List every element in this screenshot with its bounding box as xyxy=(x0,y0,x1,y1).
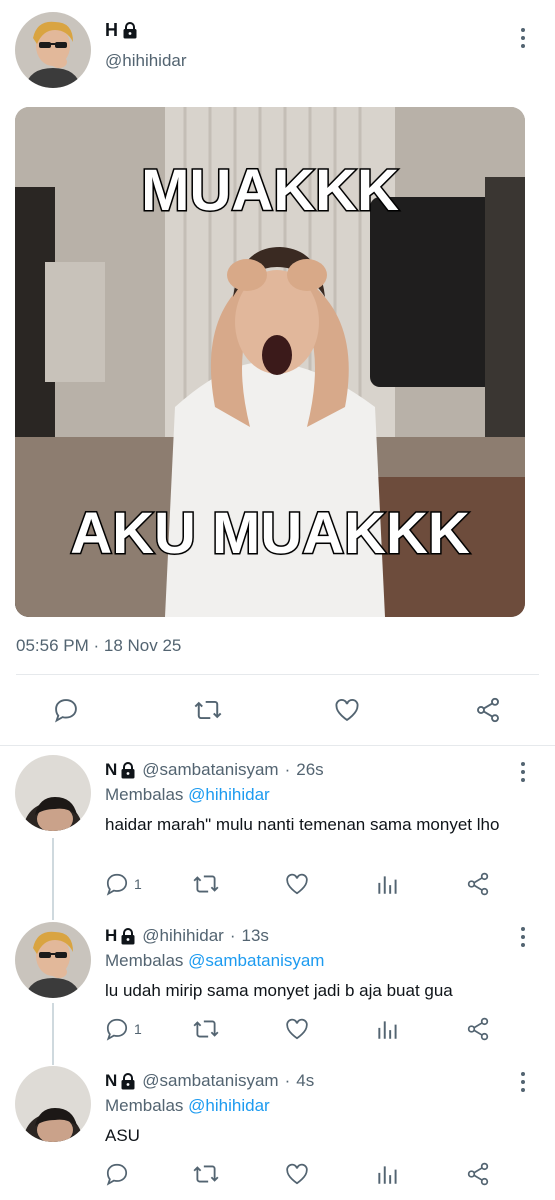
like-button[interactable] xyxy=(333,696,361,724)
views-button[interactable] xyxy=(375,871,401,897)
retweet-button[interactable] xyxy=(192,871,220,897)
heart-icon xyxy=(286,1163,308,1185)
mention-link[interactable]: @sambatanisyam xyxy=(188,951,324,970)
lock-icon xyxy=(123,22,137,39)
like-button[interactable] xyxy=(284,871,310,897)
reply-author-handle[interactable]: @hihihidar xyxy=(142,926,224,946)
reply-text: haidar marah" mulu nanti temenan sama mo… xyxy=(105,815,500,834)
reply-author-name-text: N xyxy=(105,760,118,779)
reply-header: H @hihihidar · 13s xyxy=(105,926,269,946)
share-button[interactable] xyxy=(465,1016,491,1042)
replying-to: Membalas @sambatanisyam xyxy=(105,951,324,971)
reply-avatar[interactable] xyxy=(15,922,91,998)
retweet-icon xyxy=(194,700,222,720)
reply-author-name[interactable]: N xyxy=(105,1071,136,1091)
heart-icon xyxy=(286,1018,308,1040)
retweet-button[interactable] xyxy=(192,1016,220,1042)
thread-line xyxy=(52,1003,54,1065)
retweet-button[interactable] xyxy=(192,1161,220,1187)
reply-icon xyxy=(55,699,77,723)
reply-icon xyxy=(106,873,128,896)
lock-icon xyxy=(121,1072,135,1089)
share-icon xyxy=(467,1017,489,1041)
lock-icon xyxy=(121,761,135,778)
author-name-text: H xyxy=(105,20,118,40)
author-name[interactable]: H xyxy=(105,20,138,41)
mention-link[interactable]: @hihihidar xyxy=(188,1096,270,1115)
replying-to: Membalas @hihihidar xyxy=(105,785,270,805)
reply-button[interactable] xyxy=(52,696,80,724)
reply-button[interactable]: 1 xyxy=(104,871,142,897)
divider xyxy=(0,745,555,746)
author-avatar[interactable] xyxy=(15,12,91,88)
thread-line xyxy=(52,838,54,920)
retweet-icon xyxy=(193,1165,219,1183)
separator-dot: · xyxy=(229,926,236,945)
reply-icon xyxy=(106,1018,128,1041)
share-button[interactable] xyxy=(474,696,502,724)
share-button[interactable] xyxy=(465,871,491,897)
views-button[interactable] xyxy=(375,1016,401,1042)
views-icon xyxy=(378,876,397,894)
more-options-icon[interactable] xyxy=(520,1072,526,1092)
divider xyxy=(16,674,539,675)
more-options-icon[interactable] xyxy=(520,927,526,947)
reply-icon xyxy=(106,1163,128,1186)
reply-author-handle[interactable]: @sambatanisyam xyxy=(142,760,278,780)
reply-time[interactable]: 13s xyxy=(241,926,268,946)
views-button[interactable] xyxy=(375,1161,401,1187)
replying-to: Membalas @hihihidar xyxy=(105,1096,270,1116)
reply-author-name-text: H xyxy=(105,926,118,945)
views-icon xyxy=(378,1166,397,1184)
views-icon xyxy=(378,1021,397,1039)
reply-author-name[interactable]: N xyxy=(105,760,136,780)
reply-text: ASU xyxy=(105,1126,140,1145)
heart-icon xyxy=(286,873,308,895)
reply-author-handle[interactable]: @sambatanisyam xyxy=(142,1071,278,1091)
reply-author-name-text: N xyxy=(105,1071,118,1090)
reply-author-name[interactable]: H xyxy=(105,926,136,946)
heart-icon xyxy=(335,698,359,722)
reply-header: N @sambatanisyam · 26s xyxy=(105,760,324,780)
reply-button[interactable]: 1 xyxy=(104,1016,142,1042)
replying-label: Membalas xyxy=(105,785,184,804)
more-options-icon[interactable] xyxy=(520,762,526,782)
share-icon xyxy=(467,1162,489,1186)
reply-text: lu udah mirip sama monyet jadi b aja bua… xyxy=(105,981,453,1000)
tweet-timestamp[interactable]: 05:56 PM · 18 Nov 25 xyxy=(16,636,181,656)
reply-count: 1 xyxy=(134,876,142,892)
reply-button[interactable] xyxy=(104,1161,134,1187)
separator-dot: · xyxy=(284,760,291,779)
like-button[interactable] xyxy=(284,1161,310,1187)
reply-avatar[interactable] xyxy=(15,1066,91,1142)
replying-label: Membalas xyxy=(105,951,184,970)
lock-icon xyxy=(121,927,135,944)
retweet-button[interactable] xyxy=(193,696,223,724)
reply-header: N @sambatanisyam · 4s xyxy=(105,1071,314,1091)
retweet-icon xyxy=(193,875,219,893)
share-icon xyxy=(467,872,489,896)
meme-bottom-caption: AKU MUAKKK xyxy=(69,500,472,568)
replying-label: Membalas xyxy=(105,1096,184,1115)
author-handle[interactable]: @hihihidar xyxy=(105,51,187,71)
more-options-icon[interactable] xyxy=(520,28,526,48)
mention-link[interactable]: @hihihidar xyxy=(188,785,270,804)
separator-dot: · xyxy=(284,1071,291,1090)
like-button[interactable] xyxy=(284,1016,310,1042)
reply-count: 1 xyxy=(134,1021,142,1037)
reply-time[interactable]: 4s xyxy=(296,1071,314,1091)
retweet-icon xyxy=(193,1020,219,1038)
tweet-media-image[interactable]: MUAKKK AKU MUAKKK xyxy=(15,107,525,617)
reply-time[interactable]: 26s xyxy=(296,760,323,780)
meme-top-caption: MUAKKK xyxy=(140,157,401,225)
share-icon xyxy=(477,697,499,723)
share-button[interactable] xyxy=(465,1161,491,1187)
reply-avatar[interactable] xyxy=(15,755,91,831)
